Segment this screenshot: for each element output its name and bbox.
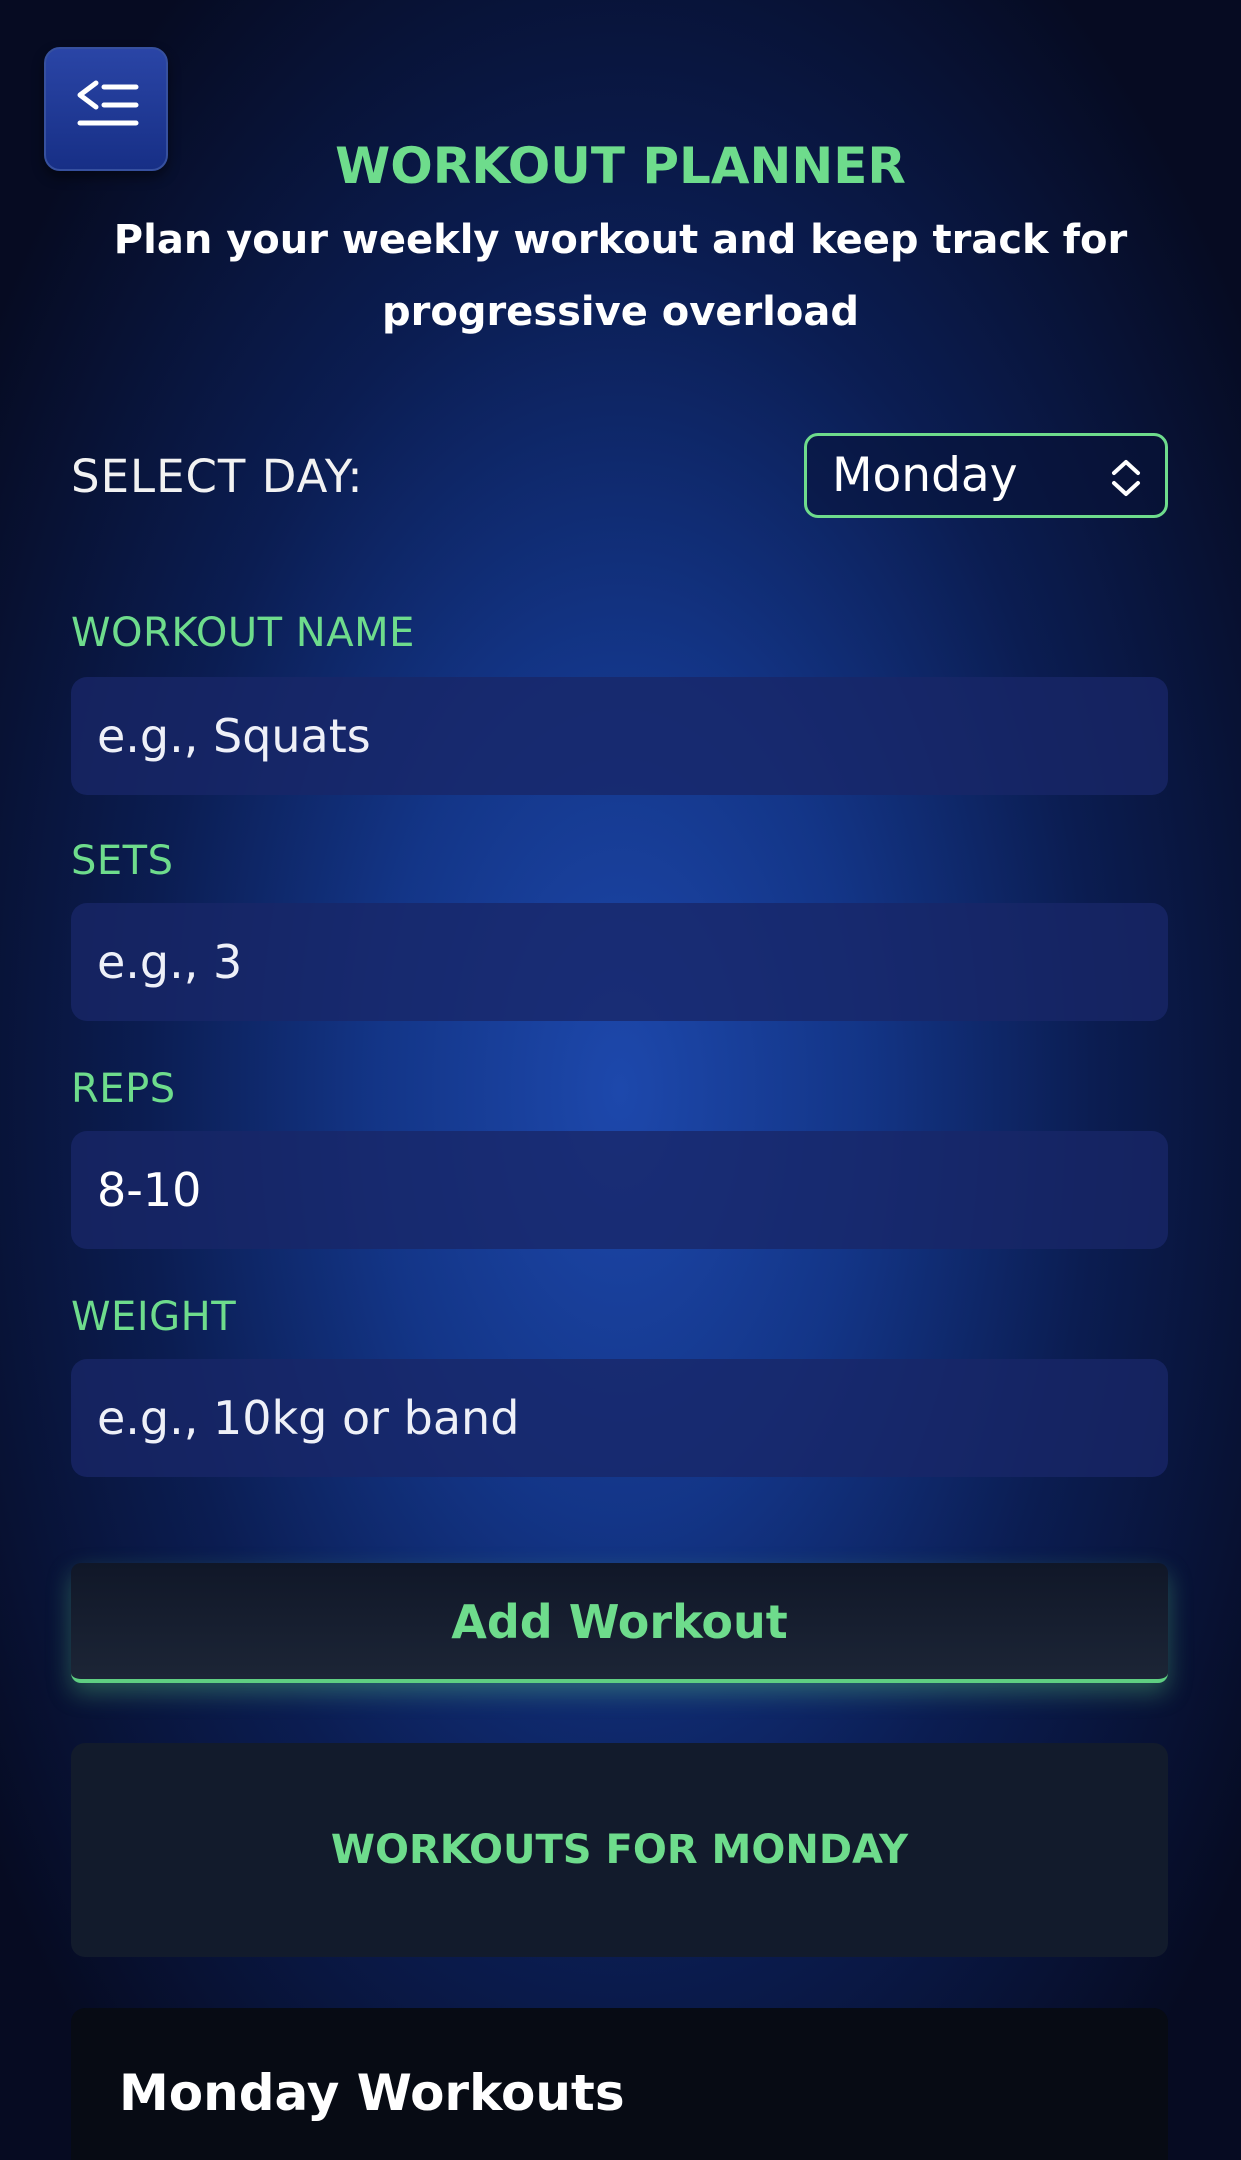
day-workouts-card: Monday Workouts <box>71 2008 1168 2160</box>
day-select[interactable]: Monday <box>804 433 1168 518</box>
sets-label: SETS <box>71 838 174 884</box>
day-workouts-heading: Monday Workouts <box>119 2064 625 2122</box>
sets-input[interactable] <box>71 903 1168 1021</box>
day-select-value: Monday <box>832 448 1018 503</box>
select-day-label: SELECT DAY: <box>71 450 364 503</box>
weight-label: WEIGHT <box>71 1294 237 1340</box>
workouts-for-day-panel: WORKOUTS FOR MONDAY <box>71 1743 1168 1957</box>
workout-name-label: WORKOUT NAME <box>71 610 415 656</box>
page-title: WORKOUT PLANNER <box>335 137 906 195</box>
add-workout-button[interactable]: Add Workout <box>71 1563 1168 1683</box>
chevron-up-down-icon <box>1112 460 1140 496</box>
workouts-for-day-heading: WORKOUTS FOR MONDAY <box>330 1827 909 1873</box>
workout-planner-page: WORKOUT PLANNER Plan your weekly workout… <box>0 0 1241 2160</box>
workout-name-input[interactable] <box>71 677 1168 795</box>
reps-label: REPS <box>71 1066 176 1112</box>
reps-input[interactable] <box>71 1131 1168 1249</box>
page-subtitle: Plan your weekly workout and keep track … <box>113 217 1128 335</box>
weight-input[interactable] <box>71 1359 1168 1477</box>
